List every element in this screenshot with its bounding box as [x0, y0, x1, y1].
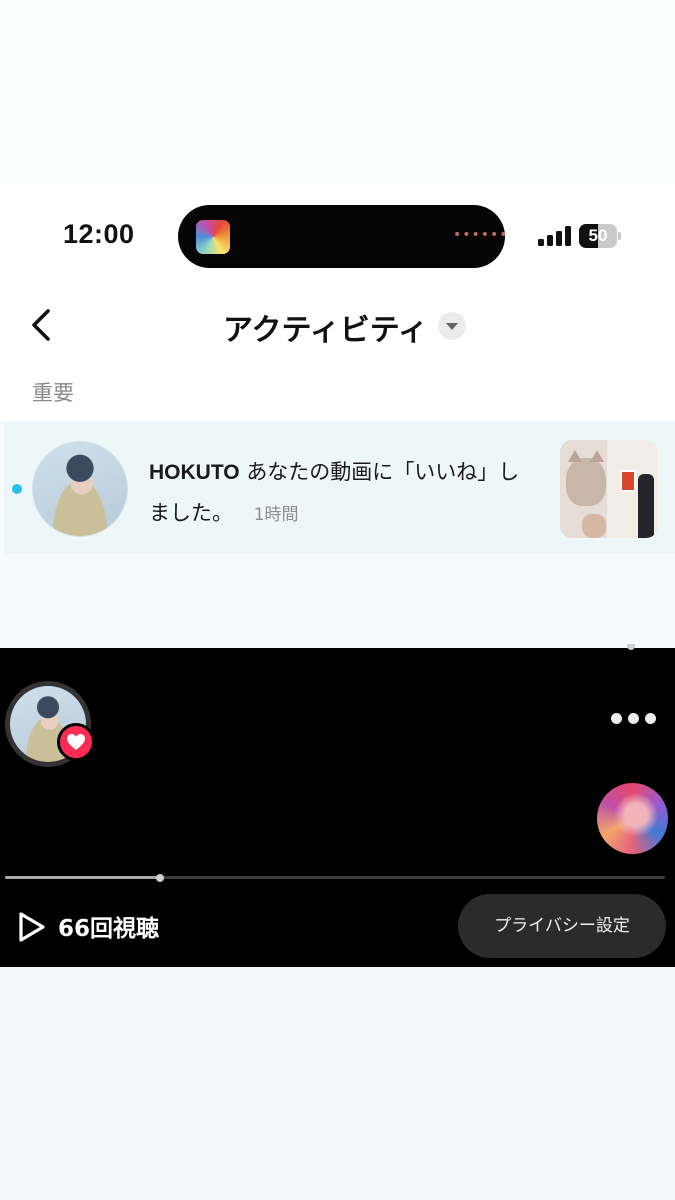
- waveform-icon: ••••••: [453, 227, 509, 243]
- battery-icon: 50: [579, 224, 621, 248]
- battery-percent: 50: [588, 226, 608, 245]
- signal-icon: [538, 226, 572, 246]
- thumbnail-person: [638, 474, 654, 538]
- more-icon[interactable]: [611, 708, 657, 728]
- music-disc-icon[interactable]: [597, 783, 668, 854]
- thumbnail-painting: [620, 470, 636, 492]
- now-playing-artwork: [196, 220, 230, 254]
- notification-time: 1時間: [253, 505, 299, 525]
- thumbnail-cat-figure: [566, 450, 606, 506]
- back-button[interactable]: [24, 303, 60, 347]
- progress-knob[interactable]: [156, 873, 165, 882]
- dynamic-island[interactable]: ••••••: [178, 205, 508, 268]
- section-label: 重要: [32, 381, 74, 405]
- unread-indicator: [12, 484, 22, 494]
- thumbnail-hand: [582, 514, 606, 538]
- chevron-left-icon: [32, 309, 50, 341]
- play-icon: [16, 910, 48, 944]
- notification-username[interactable]: HOKUTO: [149, 461, 240, 484]
- avatar[interactable]: [32, 441, 128, 537]
- progress-fill: [5, 876, 161, 879]
- view-count: 66回視聴: [58, 916, 160, 942]
- privacy-settings-button[interactable]: プライバシー設定: [458, 894, 666, 958]
- status-time: 12:00: [63, 219, 135, 249]
- top-blank-area: [0, 0, 675, 185]
- page-title[interactable]: アクティビティ: [223, 305, 428, 349]
- caret-down-icon[interactable]: [438, 312, 466, 340]
- notification-text: HOKUTO あなたの動画に「いいね」しました。 1時間: [149, 452, 539, 535]
- video-progress-bar[interactable]: [5, 873, 665, 882]
- heart-icon[interactable]: [57, 723, 95, 761]
- post-thumbnail[interactable]: [560, 440, 658, 538]
